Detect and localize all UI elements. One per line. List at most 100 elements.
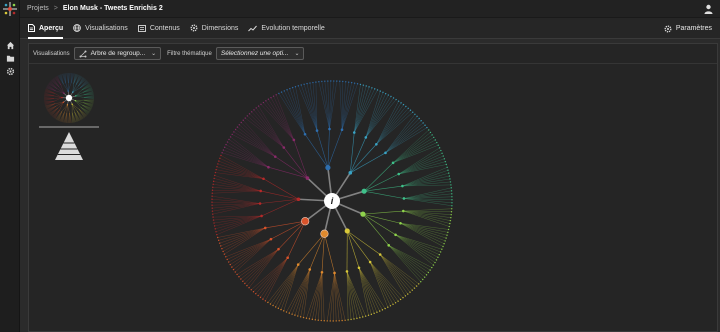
tree-leaf-link xyxy=(392,142,437,164)
tree-sub-branch xyxy=(293,139,308,179)
tree-leaf-node xyxy=(211,207,213,209)
tree-leaf-node xyxy=(342,80,344,83)
tree-sub-node xyxy=(258,202,262,205)
tree-leaf-node xyxy=(344,319,346,321)
tree-leaf-node xyxy=(423,276,426,278)
tree-leaf-node xyxy=(353,318,355,320)
tree-leaf-node xyxy=(444,160,447,163)
tree-sub-node xyxy=(368,260,372,264)
tree-branch-node xyxy=(360,211,366,217)
tree-leaf-node xyxy=(329,320,331,322)
tree-branch-node xyxy=(72,91,74,93)
tree-sub-node xyxy=(296,263,300,266)
tree-leaf-node xyxy=(450,184,452,186)
tree-leaf-node xyxy=(379,90,381,92)
tree-leaf-node xyxy=(450,187,452,189)
tree-leaf-link xyxy=(61,112,65,122)
tree-leaf-node xyxy=(382,91,384,94)
tree-leaf-node xyxy=(443,243,445,245)
tree-sub-branch xyxy=(362,213,401,224)
tree-leaf-node xyxy=(236,273,238,276)
tree-leaf-node xyxy=(405,105,407,108)
tab-apercu[interactable]: Aperçu xyxy=(28,18,64,39)
tree-branch-node xyxy=(66,104,69,106)
home-icon[interactable] xyxy=(5,40,15,50)
tree-leaf-link xyxy=(403,187,452,199)
tree-leaf-node xyxy=(395,98,397,101)
tree-leaf-node xyxy=(255,107,257,109)
tree-leaf-node xyxy=(242,280,244,282)
tree-leaf-node xyxy=(434,139,437,141)
tree-leaf-node xyxy=(211,204,213,206)
minimap[interactable] xyxy=(43,72,95,124)
tree-leaf-node xyxy=(400,102,402,104)
visualisation-select[interactable]: Arbre de regroup... ⌄ xyxy=(73,47,162,60)
tree-visualisation[interactable]: i xyxy=(29,64,719,332)
tree-leaf-node xyxy=(451,205,453,207)
tree-leaf-node xyxy=(387,94,390,96)
tree-leaf-node xyxy=(362,316,364,318)
thematic-filter-select[interactable]: Sélectionnez une opti... ⌄ xyxy=(215,47,305,60)
tree-leaf-node xyxy=(384,307,386,310)
tree-leaf-link xyxy=(223,149,269,168)
settings-cog-icon xyxy=(190,24,198,32)
tab-visualisations[interactable]: Visualisations xyxy=(73,18,128,38)
tree-sub-branch xyxy=(260,190,299,200)
folder-icon[interactable] xyxy=(5,53,15,63)
tree-leaf-node xyxy=(314,319,316,321)
tree-leaf-link xyxy=(278,264,299,309)
tree-sub-branch xyxy=(75,95,85,98)
tree-leaf-node xyxy=(399,298,402,301)
tree-leaf-node xyxy=(217,163,219,165)
tree-leaf-link xyxy=(219,158,264,179)
tree-leaf-link xyxy=(354,88,375,133)
tree-leaf-link xyxy=(403,208,452,212)
app-logo-icon[interactable] xyxy=(3,2,17,16)
tree-leaf-node xyxy=(438,253,441,256)
tree-leaf-node xyxy=(426,126,428,129)
tree-leaf-node xyxy=(326,320,328,322)
tree-leaf-node xyxy=(299,316,302,318)
tree-leaf-link xyxy=(212,203,261,215)
tree-leaf-node xyxy=(338,320,340,322)
tree-leaf-link xyxy=(215,172,264,179)
tree-sub-node xyxy=(340,128,344,132)
tree-leaf-link xyxy=(76,110,81,121)
cluster-tree[interactable]: i xyxy=(211,80,453,322)
tree-leaf-node xyxy=(384,92,387,95)
user-icon[interactable] xyxy=(704,4,713,14)
tab-dimensions[interactable]: Dimensions xyxy=(190,18,238,38)
tree-sub-branch xyxy=(278,221,306,250)
tree-leaf-node xyxy=(412,111,414,113)
tree-leaf-node xyxy=(425,274,428,276)
tree-leaf-link xyxy=(339,81,343,130)
tab-evolution-temporelle[interactable]: Evolution temporelle xyxy=(248,18,325,38)
gear-icon[interactable] xyxy=(5,66,15,76)
tree-leaf-link xyxy=(341,82,349,130)
tree-branch-node xyxy=(63,92,65,94)
tree-leaf-link xyxy=(214,215,262,227)
top-bar: Projets > Elon Musk - Tweets Enrichis 2 xyxy=(20,0,720,18)
tree-leaf-node xyxy=(392,97,395,99)
tree-leaf-node xyxy=(451,199,453,201)
tab-label: Visualisations xyxy=(85,24,128,32)
breadcrumb-root[interactable]: Projets xyxy=(27,5,49,12)
tree-sub-branch xyxy=(75,99,84,101)
pyramid-icon[interactable] xyxy=(55,132,83,160)
tree-leaf-node xyxy=(227,261,230,263)
tree-leaf-node xyxy=(212,180,215,183)
tab-label: Contenus xyxy=(149,24,180,32)
settings-button[interactable]: Paramètres xyxy=(664,18,712,39)
tree-leaf-node xyxy=(211,201,213,203)
tree-leaf-node xyxy=(217,239,220,242)
tree-leaf-node xyxy=(397,100,400,102)
tab-contenus[interactable]: Contenus xyxy=(137,18,180,38)
tree-leaf-link xyxy=(385,114,416,153)
tree-leaf-node xyxy=(222,250,224,253)
tree-leaf-node xyxy=(448,175,451,177)
tree-leaf-link xyxy=(346,271,363,318)
tree-leaf-node xyxy=(308,318,311,320)
tree-leaf-link xyxy=(76,110,82,120)
tree-leaf-node xyxy=(427,271,430,274)
tree-leaf-link xyxy=(227,141,269,168)
